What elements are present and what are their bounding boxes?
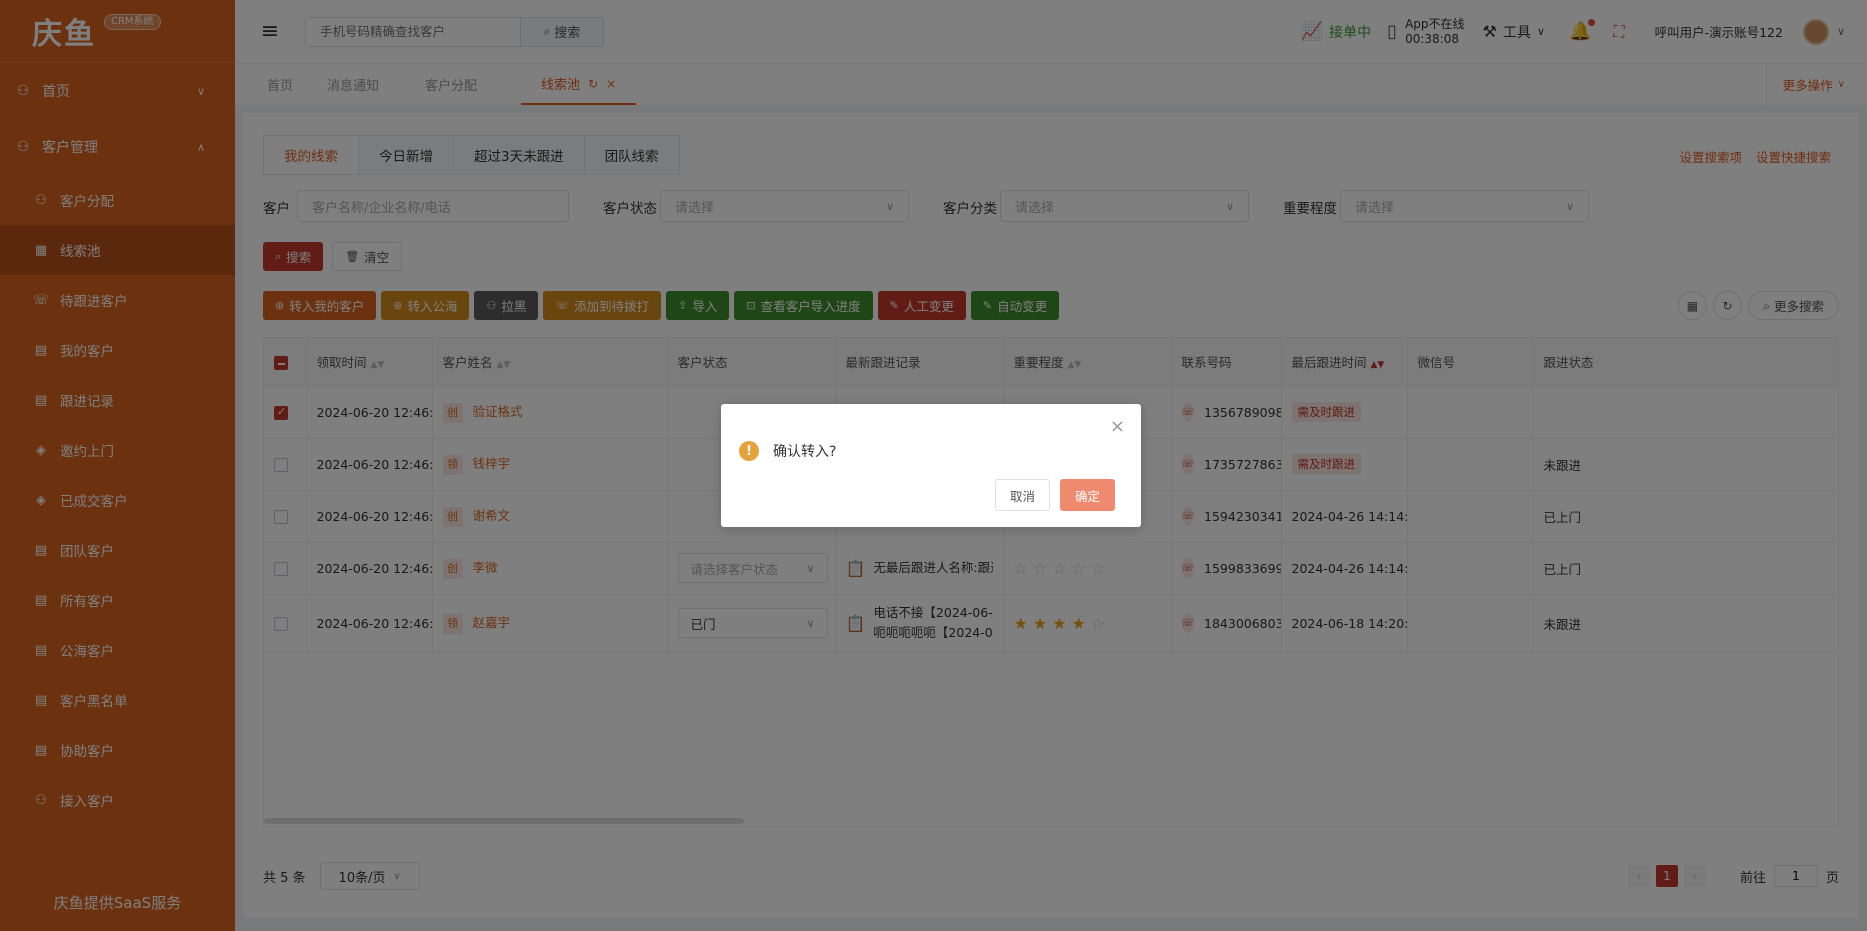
confirm-dialog: × ! 确认转入? 取消 确定 [721,404,1141,527]
cancel-button[interactable]: 取消 [994,479,1050,511]
warning-icon: ! [739,441,759,461]
close-icon[interactable]: × [1110,416,1125,437]
confirm-button[interactable]: 确定 [1059,479,1115,511]
dialog-message: 确认转入? [773,444,837,460]
